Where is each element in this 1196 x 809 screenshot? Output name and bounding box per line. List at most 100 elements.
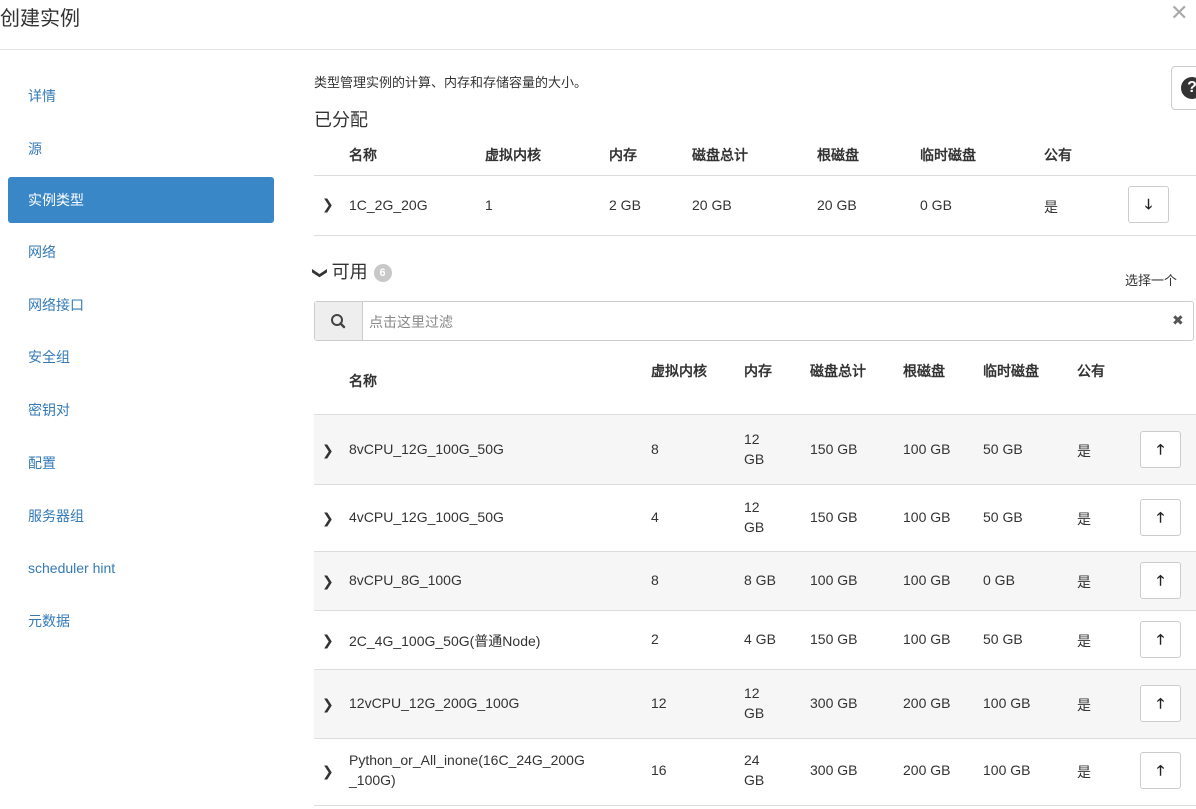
chevron-right-icon[interactable]: ❯	[322, 442, 334, 459]
flavor-ram-unit: GB	[744, 705, 765, 721]
chevron-right-icon[interactable]: ❯	[322, 696, 334, 713]
flavor-ram: 24	[744, 752, 760, 768]
flavor-name-cont: _100G)	[349, 772, 396, 788]
arrow-up-icon: 🡑	[1156, 509, 1165, 525]
arrow-up-icon: 🡑	[1156, 441, 1165, 457]
nav-item-networks[interactable]: 网络	[8, 229, 274, 275]
nav-item-metadata[interactable]: 元数据	[8, 598, 274, 644]
flavor-public: 是	[1077, 511, 1091, 527]
flavor-ephemeral: 0 GB	[983, 572, 1015, 588]
flavor-name: 4vCPU_12G_100G_50G	[349, 509, 504, 525]
flavor-vcpus: 16	[651, 762, 667, 778]
help-button[interactable]: ?	[1171, 66, 1196, 110]
allocate-button[interactable]: 🡑	[1140, 431, 1181, 468]
allocated-title: 已分配	[314, 110, 368, 130]
available-toggle[interactable]: ❯ 可用 6	[311, 258, 392, 284]
flavor-public: 是	[1077, 443, 1091, 459]
flavor-ram-unit: GB	[744, 519, 765, 535]
col-public: 公有	[1077, 363, 1105, 379]
filter-input[interactable]	[363, 302, 1151, 342]
col-root-disk: 根磁盘	[817, 147, 859, 163]
header-divider	[0, 49, 1196, 50]
col-name: 名称	[349, 373, 377, 389]
search-icon	[331, 314, 346, 329]
divider	[314, 484, 1196, 485]
deallocate-button[interactable]: 🡓	[1128, 186, 1169, 223]
col-vcpus: 虚拟内核	[485, 147, 541, 163]
col-ram: 内存	[744, 363, 772, 379]
flavor-ram: 4 GB	[744, 631, 776, 647]
close-icon[interactable]: ✕	[1170, 0, 1188, 26]
nav-item-source[interactable]: 源	[8, 126, 274, 172]
allocate-button[interactable]: 🡑	[1140, 562, 1181, 599]
flavor-name: Python_or_All_inone(16C_24G_200G	[349, 752, 585, 768]
question-icon: ?	[1181, 77, 1196, 99]
select-one-hint: 选择一个	[1125, 273, 1178, 288]
col-ram: 内存	[609, 147, 637, 163]
flavor-ram: 12	[744, 685, 760, 701]
chevron-right-icon[interactable]: ❯	[322, 573, 334, 590]
nav-item-key-pair[interactable]: 密钥对	[8, 387, 274, 433]
clear-filter-icon[interactable]: ✖	[1172, 312, 1184, 329]
col-root-disk: 根磁盘	[903, 363, 945, 379]
flavor-total-disk: 20 GB	[692, 197, 732, 213]
flavor-description: 类型管理实例的计算、内存和存储容量的大小。	[314, 75, 588, 90]
nav-item-details[interactable]: 详情	[8, 73, 274, 119]
col-total-disk: 磁盘总计	[810, 363, 866, 379]
nav-item-flavor[interactable]: 实例类型	[8, 177, 274, 223]
flavor-ephemeral: 50 GB	[983, 441, 1023, 457]
flavor-ram: 12	[744, 499, 760, 515]
flavor-ephemeral: 50 GB	[983, 509, 1023, 525]
flavor-total-disk: 100 GB	[810, 572, 858, 588]
arrow-up-icon: 🡑	[1156, 572, 1165, 588]
flavor-root-disk: 100 GB	[903, 441, 951, 457]
flavor-root-disk: 100 GB	[903, 572, 951, 588]
col-public: 公有	[1044, 147, 1072, 163]
col-ephemeral-disk: 临时磁盘	[920, 147, 976, 163]
nav-item-security-groups[interactable]: 安全组	[8, 334, 274, 380]
chevron-right-icon[interactable]: ❯	[322, 763, 334, 780]
flavor-root-disk: 100 GB	[903, 631, 951, 647]
filter-box: ✖	[314, 301, 1194, 342]
flavor-public: 是	[1077, 633, 1091, 649]
arrow-up-icon: 🡑	[1156, 631, 1165, 647]
arrow-up-icon: 🡑	[1156, 695, 1165, 711]
nav-item-server-groups[interactable]: 服务器组	[8, 493, 274, 539]
chevron-right-icon[interactable]: ❯	[322, 510, 334, 527]
nav-item-network-ports[interactable]: 网络接口	[8, 282, 274, 328]
flavor-root-disk: 20 GB	[817, 197, 857, 213]
allocate-button[interactable]: 🡑	[1140, 752, 1181, 789]
divider	[314, 805, 1196, 806]
allocate-button[interactable]: 🡑	[1140, 621, 1181, 658]
col-vcpus: 虚拟内核	[651, 363, 707, 379]
flavor-total-disk: 150 GB	[810, 631, 858, 647]
arrow-up-icon: 🡑	[1156, 762, 1165, 778]
flavor-total-disk: 150 GB	[810, 441, 858, 457]
flavor-public: 是	[1077, 574, 1091, 590]
chevron-right-icon[interactable]: ❯	[322, 632, 334, 649]
flavor-ephemeral: 100 GB	[983, 695, 1031, 711]
divider	[314, 738, 1196, 739]
chevron-down-icon: ❯	[311, 266, 329, 280]
flavor-ephemeral: 0 GB	[920, 197, 952, 213]
chevron-right-icon[interactable]: ❯	[322, 196, 334, 213]
flavor-ram: 2 GB	[609, 197, 641, 213]
available-title: 可用	[331, 262, 368, 282]
arrow-down-icon: 🡓	[1144, 196, 1153, 212]
modal-title: 创建实例	[0, 8, 80, 30]
divider	[314, 235, 1196, 236]
available-count-badge: 6	[373, 264, 392, 282]
col-name: 名称	[349, 147, 377, 163]
col-total-disk: 磁盘总计	[692, 147, 748, 163]
flavor-ram-unit: GB	[744, 451, 765, 467]
flavor-vcpus: 4	[651, 509, 659, 525]
allocate-button[interactable]: 🡑	[1140, 685, 1181, 722]
flavor-name: 1C_2G_20G	[349, 197, 428, 213]
flavor-ram: 8 GB	[744, 572, 776, 588]
flavor-ephemeral: 100 GB	[983, 762, 1031, 778]
nav-item-configuration[interactable]: 配置	[8, 440, 274, 486]
divider	[314, 175, 1196, 176]
nav-item-scheduler-hint[interactable]: scheduler hint	[8, 545, 274, 591]
flavor-vcpus: 1	[485, 197, 493, 213]
allocate-button[interactable]: 🡑	[1140, 499, 1181, 536]
